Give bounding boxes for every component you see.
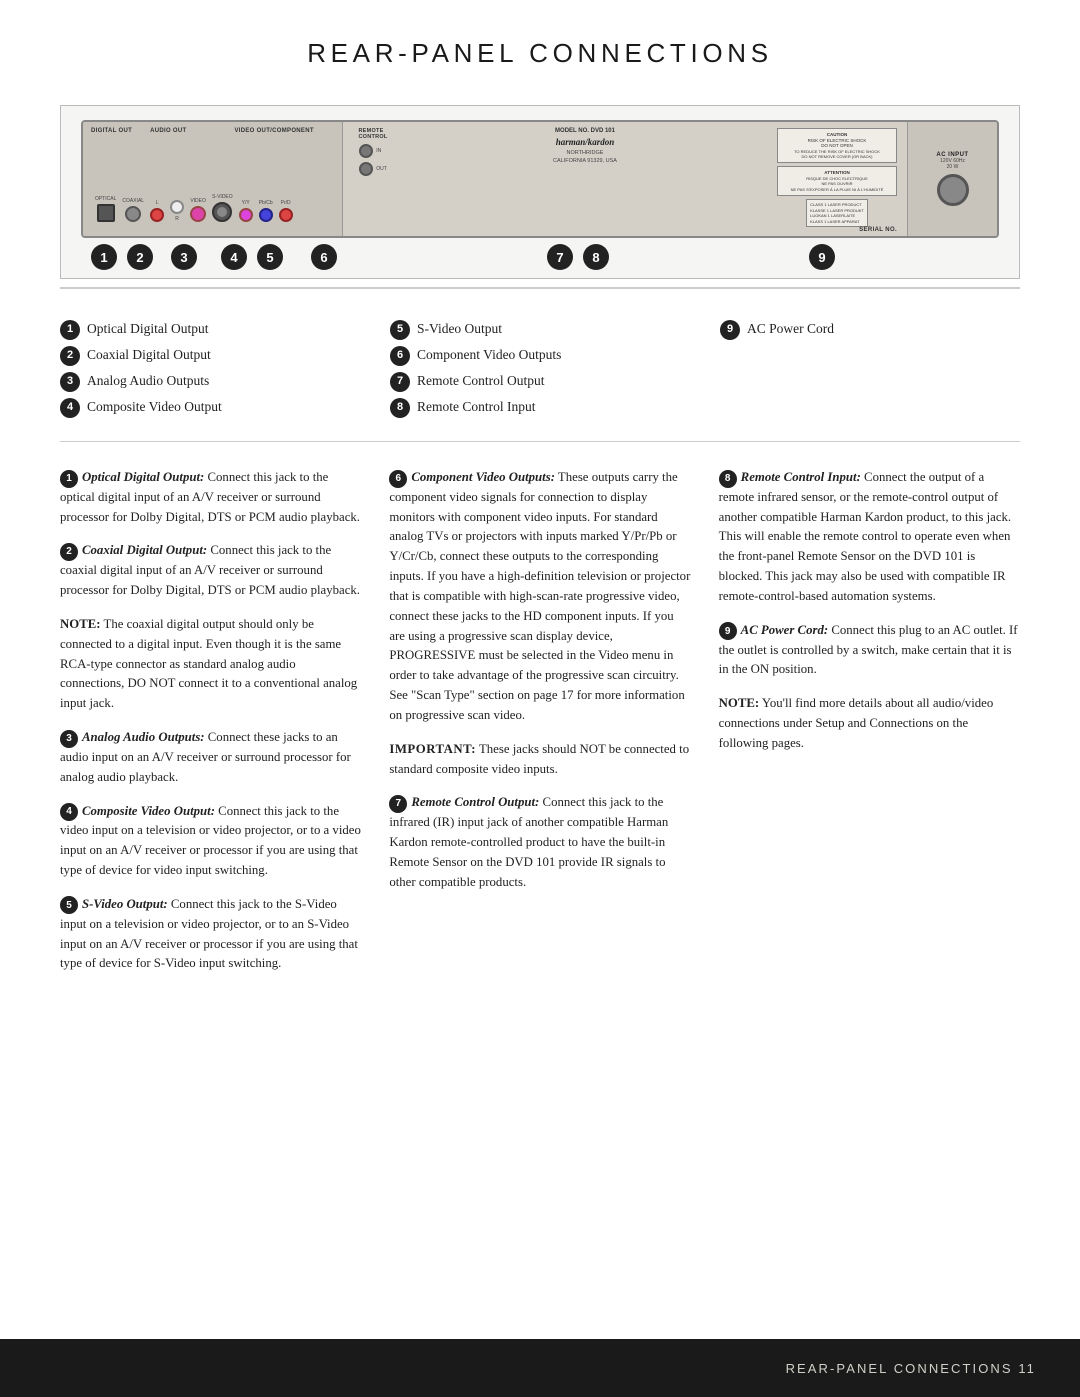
desc-label-7: Remote Control Output: — [411, 795, 539, 809]
desc-num-2: 2 — [60, 543, 78, 561]
callout-1: 1 — [91, 244, 117, 270]
footer-text: REAR-PANEL CONNECTIONS 11 — [786, 1361, 1036, 1376]
desc-label-4: Composite Video Output: — [82, 804, 215, 818]
legend-item-8: 8 Remote Control Input — [390, 397, 690, 418]
callout-4: 4 — [221, 244, 247, 270]
ac-connector — [937, 174, 969, 206]
divider — [60, 287, 1020, 289]
legend-bullet-7: 7 — [390, 372, 410, 392]
legend-bullet-3: 3 — [60, 372, 80, 392]
desc-col-3: 8Remote Control Input: Connect the outpu… — [719, 468, 1020, 988]
desc-4: 4Composite Video Output: Connect this ja… — [60, 802, 361, 881]
legend-bullet-6: 6 — [390, 346, 410, 366]
rear-panel-image: DIGITAL OUT AUDIO OUT VIDEO OUT/COMPONEN… — [81, 120, 999, 238]
legend-label-7: Remote Control Output — [417, 371, 545, 391]
desc-7: 7Remote Control Output: Connect this jac… — [389, 793, 690, 892]
desc-num-4: 4 — [60, 803, 78, 821]
desc-label-8: Remote Control Input: — [741, 470, 861, 484]
desc-num-3: 3 — [60, 730, 78, 748]
important-label: IMPORTANT: — [389, 742, 476, 756]
desc-1: 1Optical Digital Output: Connect this ja… — [60, 468, 361, 527]
desc-label-2: Coaxial Digital Output: — [82, 543, 207, 557]
desc-6: 6Component Video Outputs: These outputs … — [389, 468, 690, 726]
legend-bullet-4: 4 — [60, 398, 80, 418]
legend-label-9: AC Power Cord — [747, 319, 834, 339]
desc-important: IMPORTANT: These jacks should NOT be con… — [389, 740, 690, 780]
legend-label-2: Coaxial Digital Output — [87, 345, 211, 365]
legend-item-9: 9 AC Power Cord — [720, 319, 1020, 340]
page-footer: REAR-PANEL CONNECTIONS 11 — [0, 1339, 1080, 1397]
desc-label-3: Analog Audio Outputs: — [82, 730, 205, 744]
legend-label-1: Optical Digital Output — [87, 319, 208, 339]
panel-ac: AC INPUT 120V 60Hz20 W — [907, 122, 997, 236]
legend-item-6: 6 Component Video Outputs — [390, 345, 690, 366]
legend-bullet-1: 1 — [60, 320, 80, 340]
callout-9: 9 — [809, 244, 835, 270]
callout-8: 8 — [583, 244, 609, 270]
legend-bullet-8: 8 — [390, 398, 410, 418]
desc-2: 2Coaxial Digital Output: Connect this ja… — [60, 541, 361, 600]
desc-col-1: 1Optical Digital Output: Connect this ja… — [60, 468, 361, 988]
callout-3: 3 — [171, 244, 197, 270]
desc-note-2: NOTE: You'll find more details about all… — [719, 694, 1020, 753]
digital-out-label: DIGITAL OUT — [91, 128, 132, 134]
desc-num-9: 9 — [719, 622, 737, 640]
desc-label-5: S-Video Output: — [82, 897, 168, 911]
legend-bullet-2: 2 — [60, 346, 80, 366]
panel-left: DIGITAL OUT AUDIO OUT VIDEO OUT/COMPONEN… — [83, 122, 343, 236]
desc-col-2: 6Component Video Outputs: These outputs … — [389, 468, 690, 988]
audio-out-label: AUDIO OUT — [150, 128, 186, 134]
desc-num-5: 5 — [60, 896, 78, 914]
desc-9: 9AC Power Cord: Connect this plug to an … — [719, 621, 1020, 680]
legend-item-1: 1 Optical Digital Output — [60, 319, 360, 340]
video-out-label: VIDEO OUT/COMPONENT — [234, 128, 313, 134]
device-panel-section: DIGITAL OUT AUDIO OUT VIDEO OUT/COMPONEN… — [60, 105, 1020, 279]
desc-num-8: 8 — [719, 470, 737, 488]
legend-item-7: 7 Remote Control Output — [390, 371, 690, 392]
legend-item-2: 2 Coaxial Digital Output — [60, 345, 360, 366]
note-label-1: NOTE: — [60, 617, 101, 631]
desc-note-1: NOTE: The coaxial digital output should … — [60, 615, 361, 714]
legend-item-5: 5 S-Video Output — [390, 319, 690, 340]
desc-label-1: Optical Digital Output: — [82, 470, 204, 484]
note-label-2: NOTE: — [719, 696, 760, 710]
legend-bullet-9: 9 — [720, 320, 740, 340]
legend-label-5: S-Video Output — [417, 319, 502, 339]
legend-label-6: Component Video Outputs — [417, 345, 561, 365]
desc-8: 8Remote Control Input: Connect the outpu… — [719, 468, 1020, 607]
divider-2 — [60, 441, 1020, 443]
legend-label-8: Remote Control Input — [417, 397, 536, 417]
page-title: REAR-PANEL CONNECTIONS — [0, 0, 1080, 87]
desc-num-7: 7 — [389, 795, 407, 813]
legend-item-3: 3 Analog Audio Outputs — [60, 371, 360, 392]
callout-6: 6 — [311, 244, 337, 270]
desc-5: 5S-Video Output: Connect this jack to th… — [60, 895, 361, 974]
callout-2: 2 — [127, 244, 153, 270]
legend-bullet-5: 5 — [390, 320, 410, 340]
desc-3: 3Analog Audio Outputs: Connect these jac… — [60, 728, 361, 787]
desc-num-6: 6 — [389, 470, 407, 488]
callout-7: 7 — [547, 244, 573, 270]
desc-num-1: 1 — [60, 470, 78, 488]
legend-item-4: 4 Composite Video Output — [60, 397, 360, 418]
legend-grid: 1 Optical Digital Output 2 Coaxial Digit… — [0, 297, 1080, 433]
legend-label-4: Composite Video Output — [87, 397, 222, 417]
legend-label-3: Analog Audio Outputs — [87, 371, 209, 391]
description-grid: 1Optical Digital Output: Connect this ja… — [0, 450, 1080, 998]
callout-5: 5 — [257, 244, 283, 270]
panel-top-labels: DIGITAL OUT AUDIO OUT VIDEO OUT/COMPONEN… — [91, 128, 334, 134]
desc-label-9: AC Power Cord: — [741, 623, 828, 637]
desc-label-6: Component Video Outputs: — [411, 470, 555, 484]
